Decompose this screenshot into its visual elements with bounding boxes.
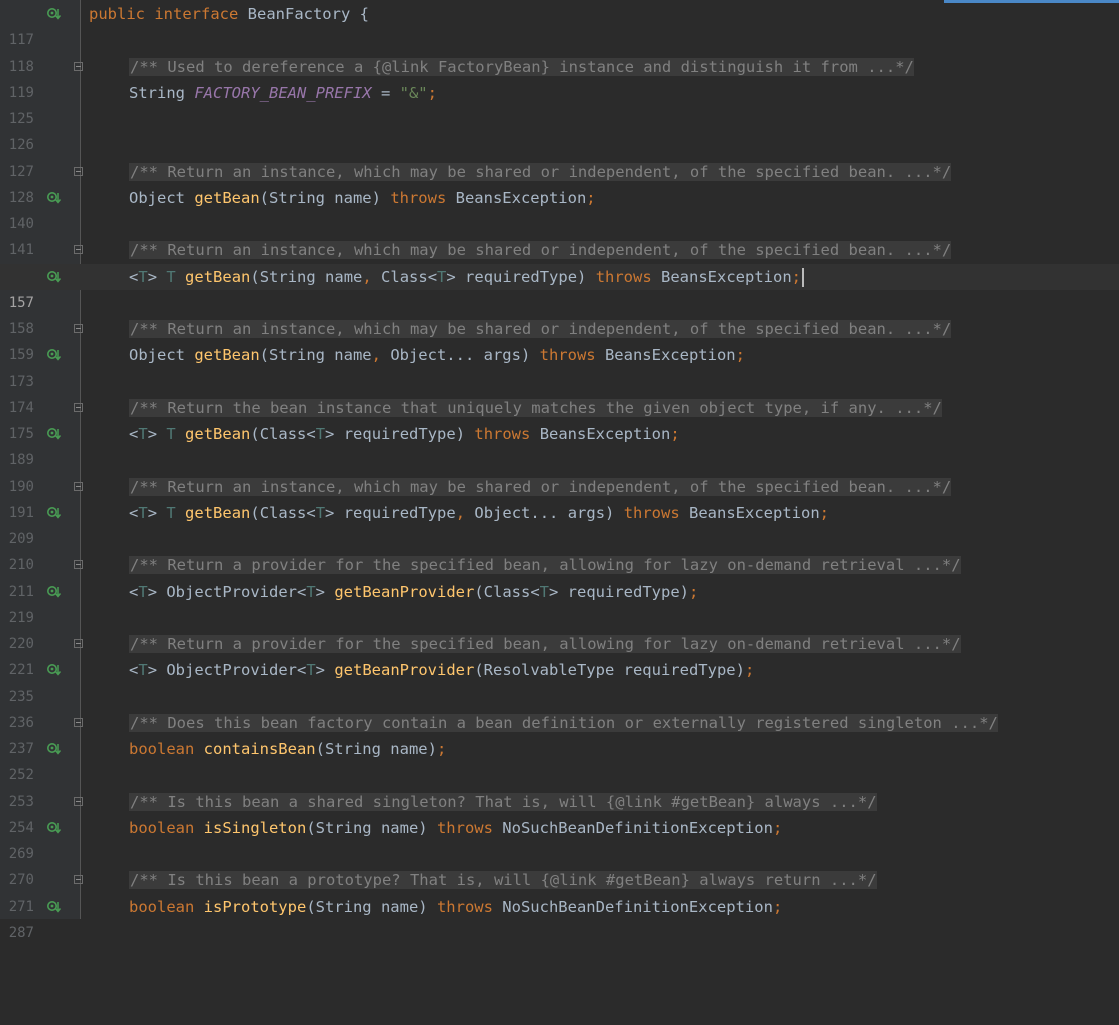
- code-line[interactable]: 191 /** Return an instance, which may be…: [0, 474, 1119, 521]
- code-line[interactable]: 159 /** Return an instance, which may be…: [0, 316, 1119, 363]
- implemented-method-icon[interactable]: [46, 269, 62, 285]
- fold-toggle-icon[interactable]: [74, 245, 83, 255]
- collapsed-javadoc[interactable]: /** Does this bean factory contain a bea…: [129, 710, 998, 736]
- fold-toggle-icon[interactable]: [74, 560, 83, 570]
- code-line[interactable]: 253: [0, 762, 1119, 810]
- collapsed-javadoc[interactable]: /** Return the bean instance that unique…: [129, 395, 942, 421]
- code-line[interactable]: 189 <T> T getBean(Class<T> requiredType)…: [0, 421, 1119, 468]
- code-text: <T> ObjectProvider<T> getBeanProvider(Re…: [129, 661, 755, 680]
- implemented-method-icon[interactable]: [46, 584, 62, 600]
- collapsed-javadoc[interactable]: /** Return a provider for the specified …: [129, 552, 961, 578]
- collapsed-javadoc[interactable]: /** Return a provider for the specified …: [129, 631, 961, 657]
- code-line[interactable]: 125 String FACTORY_BEAN_PREFIX = "&";: [0, 80, 1119, 127]
- collapsed-javadoc[interactable]: /** Is this bean a shared singleton? Tha…: [129, 789, 877, 815]
- collapsed-javadoc[interactable]: /** Return an instance, which may be sha…: [129, 237, 952, 263]
- code-line[interactable]: 270: [0, 841, 1119, 888]
- code-line[interactable]: 140 Object getBean(String name) throws B…: [0, 185, 1119, 232]
- code-line[interactable]: 221 /** Return a provider for the specif…: [0, 631, 1119, 678]
- collapsed-javadoc[interactable]: /** Return an instance, which may be sha…: [129, 474, 952, 500]
- code-text: Object getBean(String name) throws Beans…: [129, 188, 596, 207]
- fold-toggle-icon[interactable]: [74, 166, 83, 176]
- code-line[interactable]: 236: [0, 684, 1119, 731]
- code-line[interactable]: 142 /** Return an instance, which may be…: [0, 237, 1119, 285]
- code-line[interactable]: 174: [0, 369, 1119, 416]
- fold-toggle-icon[interactable]: [74, 875, 83, 885]
- code-text: boolean isPrototype(String name) throws …: [129, 897, 783, 916]
- collapsed-javadoc[interactable]: /** Return an instance, which may be sha…: [129, 159, 952, 185]
- implemented-method-icon[interactable]: [46, 190, 62, 206]
- code-text: boolean containsBean(String name);: [129, 740, 447, 758]
- line-number: 287: [8, 924, 34, 941]
- code-line[interactable]: 254 /** Is this bean a shared singleton?…: [0, 789, 1119, 836]
- code-line[interactable]: 252 boolean containsBean(String name);: [0, 736, 1119, 783]
- implemented-method-icon[interactable]: [46, 6, 62, 22]
- collapsed-javadoc[interactable]: /** Used to dereference a {@link Factory…: [129, 54, 914, 80]
- code-line[interactable]: 117 public interface BeanFactory {: [0, 1, 1119, 48]
- code-text: boolean isSingleton(String name) throws …: [129, 818, 783, 837]
- code-text: <T> ObjectProvider<T> getBeanProvider(Cl…: [129, 582, 699, 601]
- implemented-method-icon[interactable]: [46, 820, 62, 836]
- fold-toggle-icon[interactable]: [74, 481, 83, 491]
- current-code-line[interactable]: 157 <T> T getBean(String name, Class<T> …: [0, 263, 1119, 311]
- code-text: <T> T getBean(String name, Class<T> requ…: [129, 264, 805, 290]
- code-line[interactable]: 287 boolean isPrototype(String name) thr…: [0, 894, 1119, 941]
- implemented-method-icon[interactable]: [46, 899, 62, 915]
- fold-toggle-icon[interactable]: [74, 717, 83, 727]
- code-line[interactable]: 237 /** Does this bean factory contain a…: [0, 710, 1119, 757]
- code-line[interactable]: 126: [0, 106, 1119, 153]
- code-editor[interactable]: 117 public interface BeanFactory { 118 1…: [0, 0, 1119, 941]
- code-line[interactable]: 210: [0, 526, 1119, 573]
- fold-toggle-icon[interactable]: [74, 402, 83, 412]
- code-line[interactable]: 118: [0, 27, 1119, 75]
- code-line[interactable]: 127: [0, 132, 1119, 180]
- text-cursor: [802, 267, 805, 287]
- code-line[interactable]: 269 boolean isSingleton(String name) thr…: [0, 815, 1119, 862]
- fold-toggle-icon[interactable]: [74, 61, 83, 71]
- code-text: <T> T getBean(Class<T> requiredType) thr…: [129, 425, 680, 443]
- code-line[interactable]: 211 /** Return a provider for the specif…: [0, 552, 1119, 600]
- implemented-method-icon[interactable]: [46, 505, 62, 521]
- code-line[interactable]: 128 /** Return an instance, which may be…: [0, 159, 1119, 206]
- code-line[interactable]: 209 <T> T getBean(Class<T> requiredType,…: [0, 500, 1119, 547]
- fold-toggle-icon[interactable]: [74, 324, 83, 333]
- collapsed-javadoc[interactable]: /** Is this bean a prototype? That is, w…: [129, 867, 877, 893]
- code-line[interactable]: 271 /** Is this bean a prototype? That i…: [0, 867, 1119, 915]
- code-line[interactable]: 119 /** Used to dereference a {@link Fac…: [0, 54, 1119, 101]
- code-text: public interface BeanFactory {: [89, 5, 369, 23]
- code-line[interactable]: 158: [0, 290, 1119, 337]
- implemented-method-icon[interactable]: [46, 741, 62, 757]
- collapsed-javadoc[interactable]: /** Return an instance, which may be sha…: [129, 316, 952, 342]
- code-text: String FACTORY_BEAN_PREFIX = "&";: [129, 83, 437, 102]
- fold-toggle-icon[interactable]: [74, 639, 83, 648]
- implemented-method-icon[interactable]: [46, 662, 62, 678]
- code-line[interactable]: 190: [0, 447, 1119, 495]
- code-line[interactable]: 219 <T> ObjectProvider<T> getBeanProvide…: [0, 579, 1119, 626]
- code-text: Object getBean(String name, Object... ar…: [129, 346, 745, 365]
- code-line[interactable]: 173 Object getBean(String name, Object..…: [0, 342, 1119, 389]
- implemented-method-icon[interactable]: [46, 426, 62, 442]
- code-line[interactable]: 220: [0, 605, 1119, 652]
- implemented-method-icon[interactable]: [46, 347, 62, 363]
- code-line[interactable]: 175 /** Return the bean instance that un…: [0, 395, 1119, 442]
- code-line[interactable]: 235 <T> ObjectProvider<T> getBeanProvide…: [0, 657, 1119, 704]
- code-line[interactable]: 141: [0, 211, 1119, 258]
- fold-toggle-icon[interactable]: [74, 796, 83, 806]
- code-text: <T> T getBean(Class<T> requiredType, Obj…: [129, 503, 830, 522]
